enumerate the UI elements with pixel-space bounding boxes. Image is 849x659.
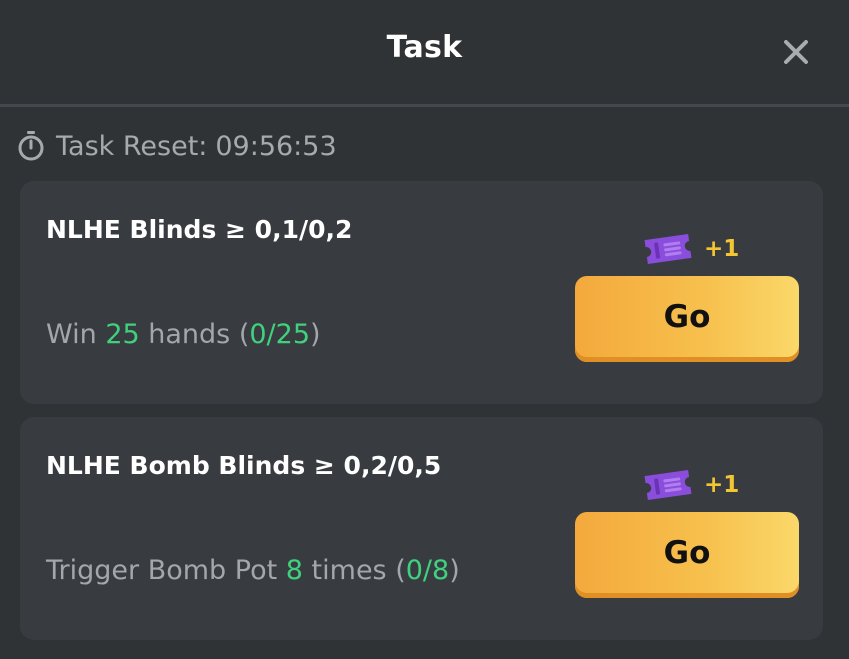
timer-icon bbox=[18, 131, 44, 161]
dialog-header: Task bbox=[0, 0, 849, 104]
task-progress: 0/25 bbox=[249, 319, 310, 350]
task-desc-suffix: ) bbox=[449, 555, 460, 586]
task-desc-middle: hands ( bbox=[139, 319, 250, 350]
close-button[interactable] bbox=[778, 34, 814, 70]
task-card: NLHE Blinds ≥ 0,1/0,2 Win 25 hands (0/25… bbox=[20, 181, 823, 404]
task-desc-middle: times ( bbox=[302, 555, 406, 586]
go-button[interactable]: Go bbox=[575, 512, 799, 598]
task-description: Win 25 hands (0/25) bbox=[46, 319, 321, 350]
header-divider bbox=[0, 104, 849, 107]
reward-amount: +1 bbox=[704, 472, 740, 498]
task-target-count: 25 bbox=[105, 319, 140, 350]
task-reset-label: Task Reset: bbox=[56, 130, 208, 162]
task-description: Trigger Bomb Pot 8 times (0/8) bbox=[46, 555, 460, 586]
task-target-count: 8 bbox=[285, 555, 303, 586]
task-desc-prefix: Win bbox=[46, 319, 106, 350]
task-reward: +1 bbox=[640, 229, 739, 269]
task-reset-timer: Task Reset: 09:56:53 bbox=[16, 128, 337, 164]
ticket-icon bbox=[644, 470, 692, 500]
task-desc-prefix: Trigger Bomb Pot bbox=[46, 555, 286, 586]
ticket-icon bbox=[644, 234, 692, 264]
dialog-title: Task bbox=[386, 30, 463, 65]
reward-amount: +1 bbox=[704, 236, 740, 262]
go-button[interactable]: Go bbox=[575, 276, 799, 362]
task-reset-time: 09:56:53 bbox=[215, 130, 337, 162]
close-icon bbox=[784, 40, 808, 64]
task-title: NLHE Bomb Blinds ≥ 0,2/0,5 bbox=[46, 451, 442, 480]
task-progress: 0/8 bbox=[405, 555, 450, 586]
task-title: NLHE Blinds ≥ 0,1/0,2 bbox=[46, 215, 353, 244]
task-desc-suffix: ) bbox=[310, 319, 321, 350]
task-dialog: Task Task Reset: 09:56:53 NLHE Blinds ≥ … bbox=[0, 0, 849, 659]
task-reward: +1 bbox=[640, 465, 739, 505]
task-card: NLHE Bomb Blinds ≥ 0,2/0,5 Trigger Bomb … bbox=[20, 417, 823, 640]
